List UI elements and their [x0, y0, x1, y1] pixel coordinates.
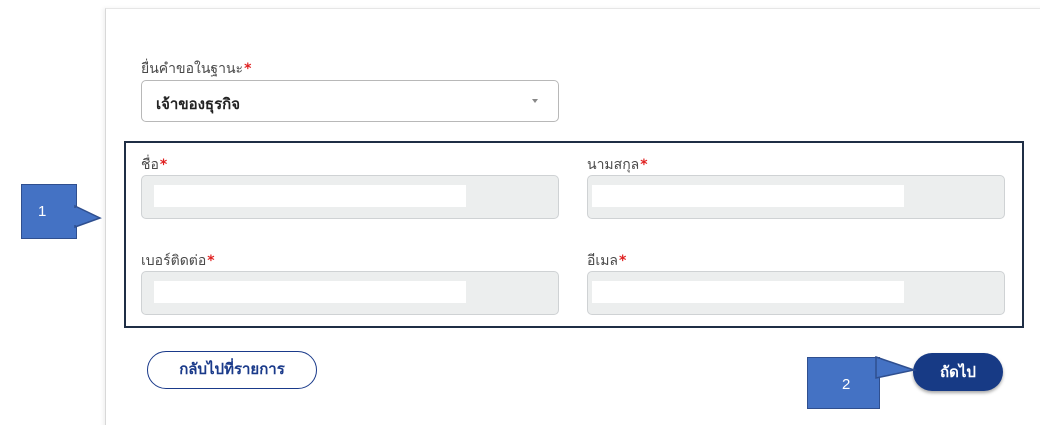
last-name-label-text: นามสกุล	[587, 157, 640, 173]
phone-label: เบอร์ติดต่อ*	[141, 250, 215, 272]
role-select[interactable]: เจ้าของธุรกิจ	[141, 80, 559, 122]
last-name-value	[592, 185, 904, 207]
role-select-value: เจ้าของธุรกิจ	[156, 95, 241, 113]
page: ยื่นคำขอในฐานะ* เจ้าของธุรกิจ ชื่อ* นามส…	[0, 0, 1040, 425]
required-mark: *	[207, 253, 215, 269]
last-name-label: นามสกุล*	[587, 154, 648, 176]
callout-1-number: 1	[38, 203, 47, 220]
required-mark: *	[159, 157, 168, 173]
email-field[interactable]	[587, 271, 1005, 315]
first-name-value	[154, 185, 466, 207]
role-label-text: ยื่นคำขอในฐานะ	[141, 61, 244, 77]
role-label: ยื่นคำขอในฐานะ*	[141, 58, 251, 80]
required-mark: *	[619, 253, 627, 269]
first-name-label: ชื่อ*	[141, 154, 167, 176]
callout-2-number: 2	[842, 376, 851, 393]
phone-label-text: เบอร์ติดต่อ	[141, 253, 207, 269]
required-mark: *	[640, 157, 648, 173]
first-name-label-text: ชื่อ	[141, 157, 159, 173]
email-label-text: อีเมล	[587, 253, 619, 269]
phone-value	[154, 281, 466, 303]
phone-field[interactable]	[141, 271, 559, 315]
callout-1-pointer-icon	[73, 204, 102, 229]
last-name-field[interactable]	[587, 175, 1005, 219]
first-name-field[interactable]	[141, 175, 559, 219]
email-value	[592, 281, 904, 303]
back-to-list-button[interactable]: กลับไปที่รายการ	[147, 351, 317, 389]
callout-1: 1	[21, 184, 77, 239]
chevron-down-icon	[532, 99, 538, 103]
required-mark: *	[244, 61, 252, 77]
email-label: อีเมล*	[587, 250, 626, 272]
next-button[interactable]: ถัดไป	[913, 353, 1003, 391]
callout-2-pointer-icon	[875, 355, 917, 379]
